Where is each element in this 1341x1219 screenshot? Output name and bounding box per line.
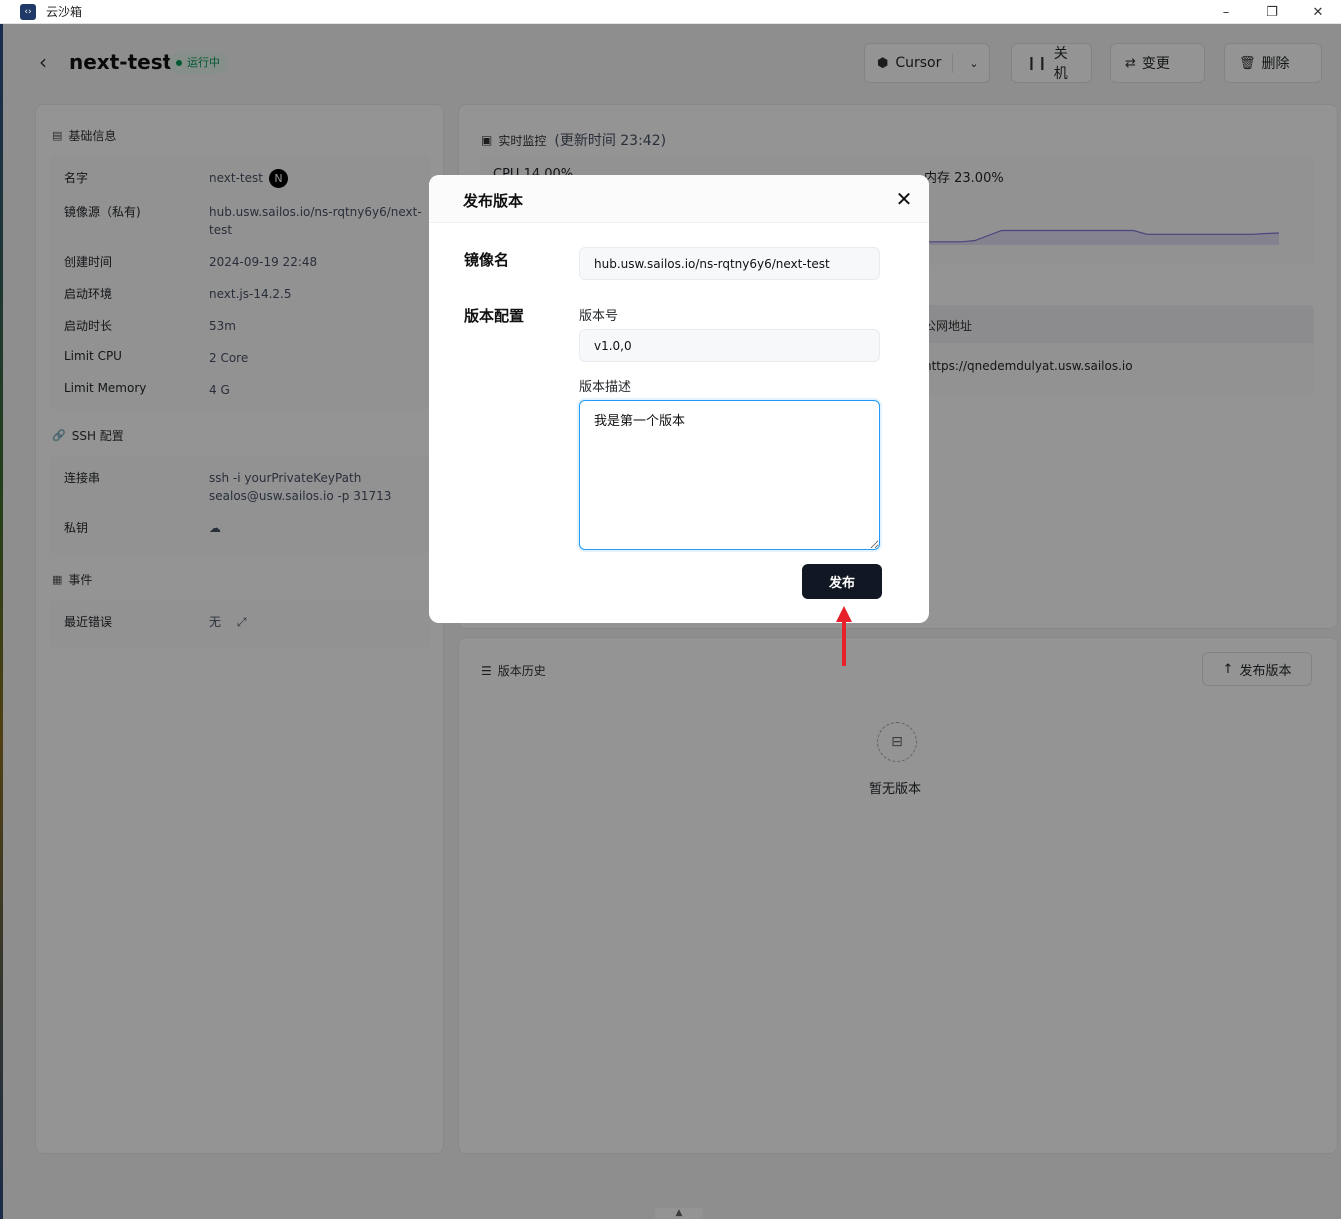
publish-button[interactable]: 发布 (802, 564, 882, 599)
version-config-label: 版本配置 (464, 307, 525, 325)
minimize-button[interactable]: – (1203, 0, 1249, 24)
annotation-arrow-head (836, 606, 852, 622)
publish-version-modal: 发布版本 ✕ 镜像名 版本配置 版本号 版本描述 我是第一个版本 发布 (429, 175, 929, 623)
close-icon[interactable]: ✕ (893, 188, 915, 210)
window-controls: – ❐ ✕ (1203, 0, 1341, 24)
window-titlebar: ‹› 云沙箱 – ❐ ✕ (0, 0, 1341, 24)
version-description-field[interactable]: 我是第一个版本 (579, 400, 880, 550)
modal-header: 发布版本 ✕ (429, 175, 929, 223)
app-logo-icon: ‹› (20, 3, 36, 20)
version-number-field[interactable] (579, 329, 880, 362)
window-title: 云沙箱 (46, 5, 83, 19)
annotation-arrow-icon (836, 606, 852, 666)
version-number-label: 版本号 (579, 309, 619, 324)
annotation-arrow-shaft (842, 620, 846, 666)
close-window-button[interactable]: ✕ (1295, 0, 1341, 24)
modal-title: 发布版本 (463, 192, 524, 210)
image-name-field[interactable] (579, 247, 880, 280)
restore-button[interactable]: ❐ (1249, 0, 1295, 24)
version-description-label: 版本描述 (579, 380, 632, 395)
image-name-label: 镜像名 (464, 251, 510, 269)
